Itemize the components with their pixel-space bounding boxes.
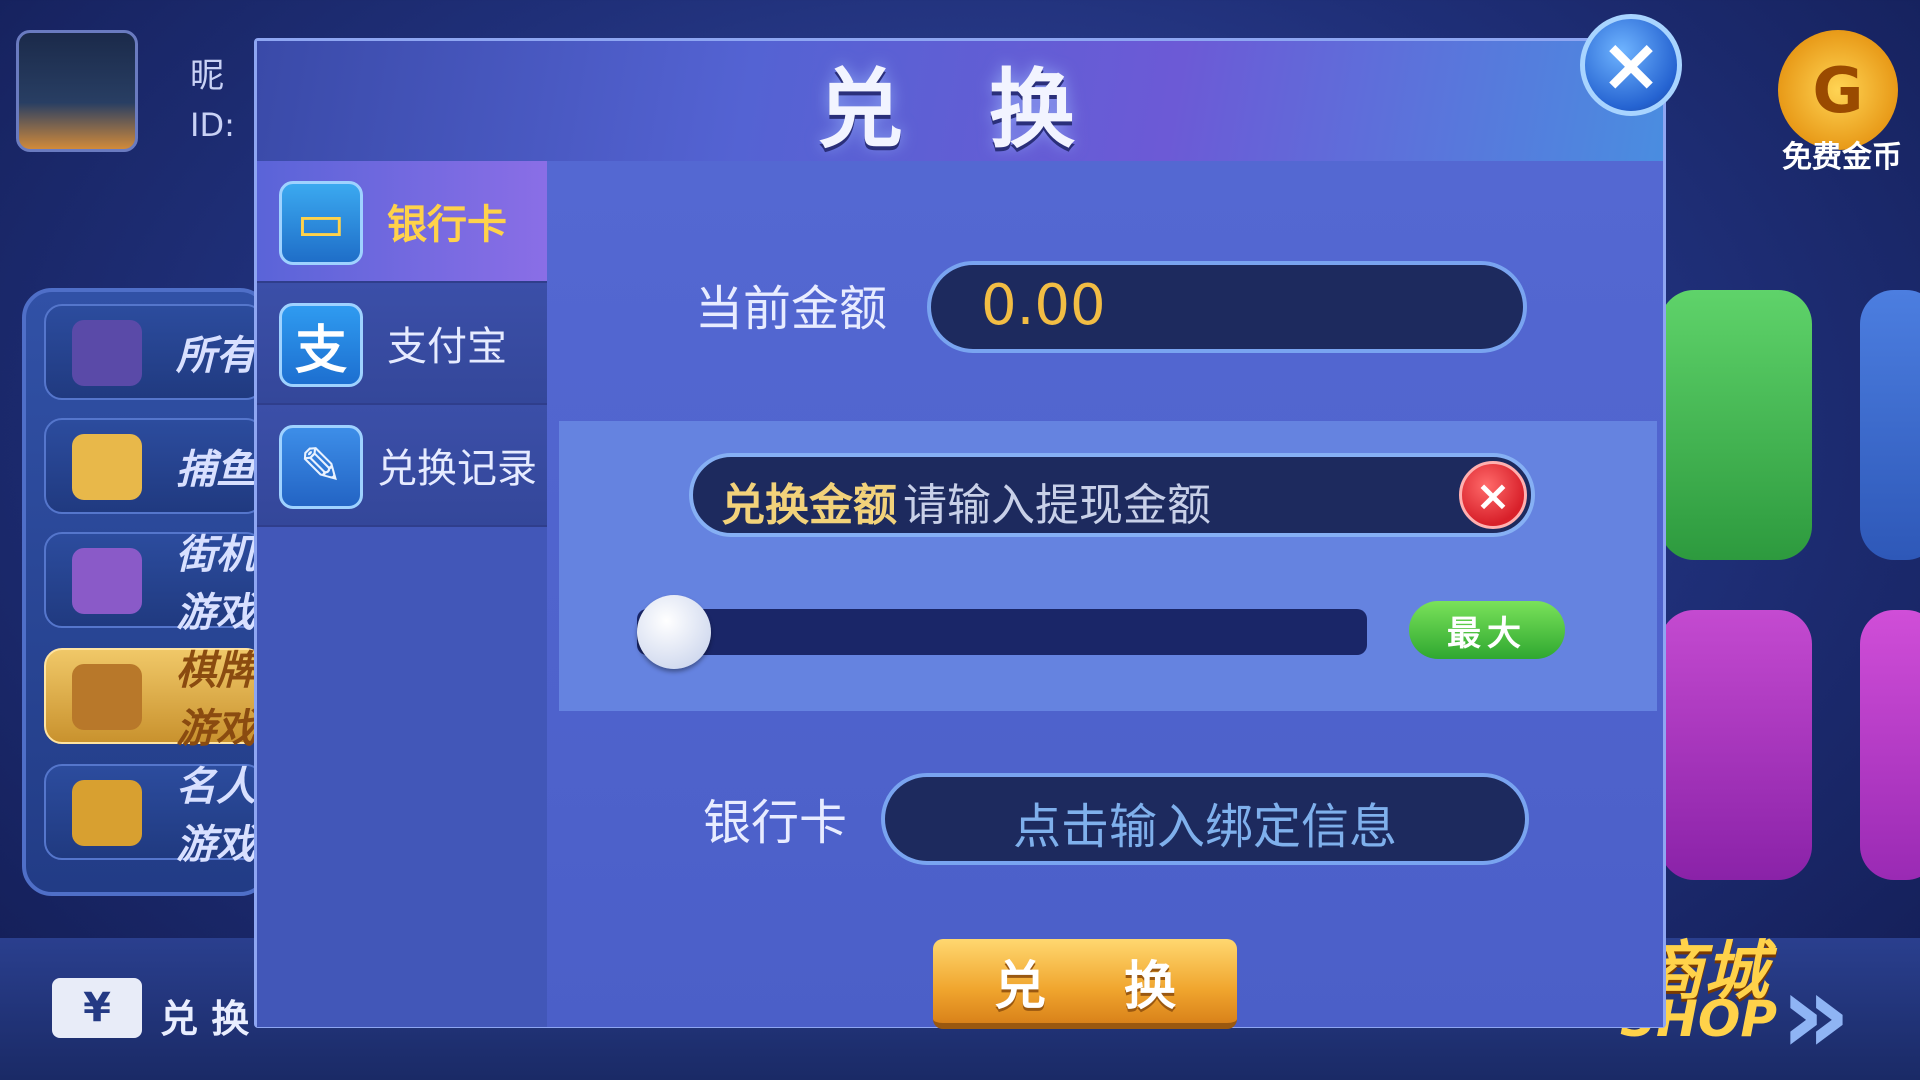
current-amount-field: 0.00 — [927, 261, 1527, 353]
lobby-category-famous[interactable]: 名人游戏 — [44, 764, 264, 868]
dialog-tab-list: ▭ 银行卡 支 支付宝 ✎ 兑换记录 — [257, 161, 547, 1027]
exchange-amount-placeholder: 请输入提现金额 — [903, 480, 1211, 531]
current-amount-value: 0.00 — [981, 273, 1106, 338]
nickname-label: 昵 — [190, 56, 224, 96]
amount-slider-handle[interactable] — [637, 595, 711, 669]
clear-input-icon[interactable]: × — [1459, 461, 1527, 529]
lobby-category-arcade[interactable]: 街机游戏 — [44, 532, 264, 636]
dialog-header: 兑 换 — [257, 41, 1663, 161]
exchange-amount-panel: 兑换金额 请输入提现金额 × 最大 — [559, 421, 1657, 711]
cards-icon — [72, 320, 142, 386]
tab-exchange-record-label: 兑换记录 — [377, 446, 537, 492]
slot-machine-icon — [72, 548, 142, 614]
user-id-label: ID: — [190, 106, 235, 144]
trophy-icon — [72, 780, 142, 846]
exchange-dialog: 兑 换 ▭ 银行卡 支 支付宝 ✎ 兑换记录 当前金额 0.00 兑换金额 请输… — [254, 38, 1666, 1029]
avatar[interactable] — [16, 30, 138, 152]
bank-card-label: 银行卡 — [703, 795, 848, 851]
game-tile-purple[interactable] — [1660, 610, 1812, 880]
bottom-exchange-label[interactable]: 兑 换 — [160, 988, 249, 1043]
exchange-yen-icon[interactable]: ¥ — [52, 978, 142, 1038]
tab-bank-card-label: 银行卡 — [387, 202, 507, 248]
bank-card-bind-field[interactable]: 点击输入绑定信息 — [881, 773, 1529, 865]
bank-card-icon: ▭ — [279, 181, 363, 265]
amount-slider-track[interactable] — [637, 609, 1367, 655]
exchange-submit-button[interactable]: 兑 换 — [933, 939, 1237, 1029]
lobby-category-board[interactable]: 棋牌游戏 — [44, 648, 264, 752]
free-coin-label: 免费金币 — [1782, 140, 1902, 175]
chips-icon — [72, 664, 142, 730]
tab-bank-card[interactable]: ▭ 银行卡 — [257, 161, 547, 283]
max-button[interactable]: 最大 — [1409, 601, 1565, 659]
dialog-title: 兑 换 — [817, 59, 1103, 160]
current-amount-label: 当前金额 — [695, 281, 888, 337]
fish-icon — [72, 434, 142, 500]
tab-alipay-label: 支付宝 — [387, 324, 507, 370]
lobby-category-all[interactable]: 所有 — [44, 304, 264, 400]
chevron-right-icon[interactable]: » — [1780, 950, 1851, 1078]
game-tile-edge-2[interactable] — [1860, 610, 1920, 880]
bank-card-bind-placeholder: 点击输入绑定信息 — [1012, 799, 1397, 855]
record-clipboard-icon: ✎ — [279, 425, 363, 509]
exchange-amount-input[interactable]: 兑换金额 请输入提现金额 × — [689, 453, 1535, 537]
game-tile-edge-1[interactable] — [1860, 290, 1920, 560]
alipay-icon: 支 — [279, 303, 363, 387]
lobby-category-fishing[interactable]: 捕鱼 — [44, 418, 264, 514]
game-tile-green[interactable] — [1660, 290, 1812, 560]
tab-exchange-record[interactable]: ✎ 兑换记录 — [257, 405, 547, 527]
close-icon[interactable]: × — [1580, 14, 1682, 116]
tab-alipay[interactable]: 支 支付宝 — [257, 283, 547, 405]
exchange-amount-label: 兑换金额 — [721, 480, 897, 531]
dialog-content: 当前金额 0.00 兑换金额 请输入提现金额 × 最大 银行卡 点击输入绑定信息… — [547, 161, 1663, 1029]
